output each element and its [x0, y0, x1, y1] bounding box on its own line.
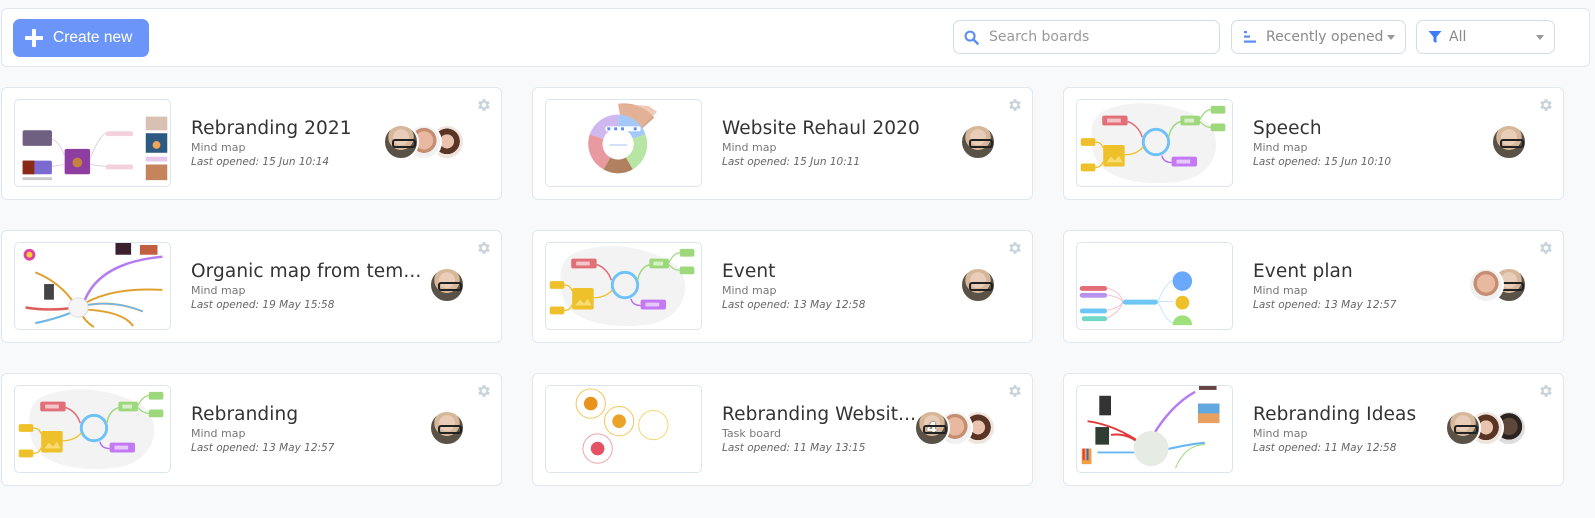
search-field[interactable]	[953, 20, 1220, 54]
board-card[interactable]: Event plan Mind map Last opened: 13 May …	[1063, 230, 1564, 343]
collaborator-avatars: 4	[914, 410, 996, 446]
board-thumbnail[interactable]	[14, 385, 171, 473]
board-thumbnail[interactable]	[1076, 385, 1233, 473]
avatar	[960, 267, 996, 303]
board-thumbnail[interactable]	[545, 385, 702, 473]
gear-icon[interactable]	[476, 383, 492, 399]
avatar: 4	[914, 410, 950, 446]
board-title[interactable]: Rebranding	[191, 404, 334, 425]
sort-dropdown[interactable]: Recently opened	[1231, 20, 1406, 54]
sort-bars-icon	[1244, 31, 1256, 43]
sort-selected-value: Recently opened	[1266, 29, 1384, 45]
board-title[interactable]: Event	[722, 261, 865, 282]
toolbar: Create new Recently opened All	[1, 8, 1590, 67]
board-info: Organic map from tem... Mind map Last op…	[191, 261, 421, 311]
board-card[interactable]: Rebranding 2021 Mind map Last opened: 15…	[1, 87, 502, 200]
board-last-opened: Last opened: 13 May 12:57	[191, 442, 335, 454]
avatar	[1468, 267, 1504, 303]
collaborator-avatars	[1491, 124, 1527, 160]
board-info: Rebranding Ideas Mind map Last opened: 1…	[1253, 404, 1416, 454]
board-title[interactable]: Speech	[1253, 118, 1391, 139]
collaborator-avatars	[429, 267, 465, 303]
search-input[interactable]	[989, 29, 1209, 45]
board-last-opened: Last opened: 13 May 12:57	[1253, 299, 1397, 311]
board-thumbnail[interactable]	[14, 242, 171, 330]
board-info: Event plan Mind map Last opened: 13 May …	[1253, 261, 1396, 311]
board-type: Mind map	[722, 141, 777, 154]
search-icon	[964, 30, 979, 45]
collaborator-avatars	[383, 124, 465, 160]
chevron-down-icon	[1387, 35, 1395, 40]
filter-selected-value: All	[1449, 29, 1467, 45]
board-last-opened: Last opened: 13 May 12:58	[722, 299, 866, 311]
board-info: Rebranding Mind map Last opened: 13 May …	[191, 404, 334, 454]
board-last-opened: Last opened: 15 Jun 10:14	[191, 156, 330, 168]
funnel-icon	[1428, 31, 1442, 43]
filter-dropdown[interactable]: All	[1416, 20, 1555, 54]
board-thumbnail[interactable]	[14, 99, 171, 187]
board-title[interactable]: Rebranding 2021	[191, 118, 352, 139]
avatar	[1491, 124, 1527, 160]
board-title[interactable]: Rebranding Ideas	[1253, 404, 1416, 425]
gear-icon[interactable]	[1007, 383, 1023, 399]
board-title[interactable]: Website Rehaul 2020	[722, 118, 920, 139]
avatar	[429, 267, 465, 303]
create-new-label: Create new	[53, 29, 133, 46]
board-type: Mind map	[191, 284, 246, 297]
board-type: Mind map	[1253, 141, 1308, 154]
board-last-opened: Last opened: 19 May 15:58	[191, 299, 335, 311]
board-title[interactable]: Rebranding Websit...	[722, 404, 916, 425]
board-type: Mind map	[722, 284, 777, 297]
plus-icon	[25, 29, 43, 47]
avatar	[383, 124, 419, 160]
board-thumbnail[interactable]	[545, 99, 702, 187]
gear-icon[interactable]	[1007, 97, 1023, 113]
board-type: Mind map	[191, 141, 246, 154]
board-card[interactable]: Rebranding Ideas Mind map Last opened: 1…	[1063, 373, 1564, 486]
gear-icon[interactable]	[1538, 240, 1554, 256]
board-info: Speech Mind map Last opened: 15 Jun 10:1…	[1253, 118, 1391, 168]
board-last-opened: Last opened: 11 May 12:58	[1253, 442, 1397, 454]
board-type: Mind map	[191, 427, 246, 440]
gear-icon[interactable]	[1007, 240, 1023, 256]
board-info: Event Mind map Last opened: 13 May 12:58	[722, 261, 865, 311]
collaborator-avatars	[960, 124, 996, 160]
board-type: Mind map	[1253, 284, 1308, 297]
create-new-button[interactable]: Create new	[13, 19, 149, 57]
board-type: Task board	[722, 427, 782, 440]
board-card[interactable]: Event Mind map Last opened: 13 May 12:58	[532, 230, 1033, 343]
avatar	[960, 124, 996, 160]
board-card[interactable]: Rebranding Mind map Last opened: 13 May …	[1, 373, 502, 486]
board-last-opened: Last opened: 15 Jun 10:11	[722, 156, 861, 168]
board-last-opened: Last opened: 11 May 13:15	[722, 442, 866, 454]
board-card[interactable]: Rebranding Websit... Task board Last ope…	[532, 373, 1033, 486]
collaborator-avatars	[1468, 267, 1527, 303]
board-info: Website Rehaul 2020 Mind map Last opened…	[722, 118, 920, 168]
board-title[interactable]: Event plan	[1253, 261, 1396, 282]
gear-icon[interactable]	[476, 97, 492, 113]
board-title[interactable]: Organic map from tem...	[191, 261, 421, 282]
board-card[interactable]: Website Rehaul 2020 Mind map Last opened…	[532, 87, 1033, 200]
gear-icon[interactable]	[476, 240, 492, 256]
gear-icon[interactable]	[1538, 97, 1554, 113]
collaborator-avatars	[960, 267, 996, 303]
board-thumbnail[interactable]	[1076, 99, 1233, 187]
chevron-down-icon	[1536, 35, 1544, 40]
board-last-opened: Last opened: 15 Jun 10:10	[1253, 156, 1392, 168]
board-info: Rebranding Websit... Task board Last ope…	[722, 404, 916, 454]
board-thumbnail[interactable]	[1076, 242, 1233, 330]
board-card[interactable]: Speech Mind map Last opened: 15 Jun 10:1…	[1063, 87, 1564, 200]
collaborator-avatars	[429, 410, 465, 446]
gear-icon[interactable]	[1538, 383, 1554, 399]
board-type: Mind map	[1253, 427, 1308, 440]
avatar	[429, 410, 465, 446]
collaborator-avatars	[1445, 410, 1527, 446]
board-thumbnail[interactable]	[545, 242, 702, 330]
avatar	[1445, 410, 1481, 446]
avatar-count-badge: 4	[926, 419, 938, 437]
board-card[interactable]: Organic map from tem... Mind map Last op…	[1, 230, 502, 343]
board-info: Rebranding 2021 Mind map Last opened: 15…	[191, 118, 352, 168]
